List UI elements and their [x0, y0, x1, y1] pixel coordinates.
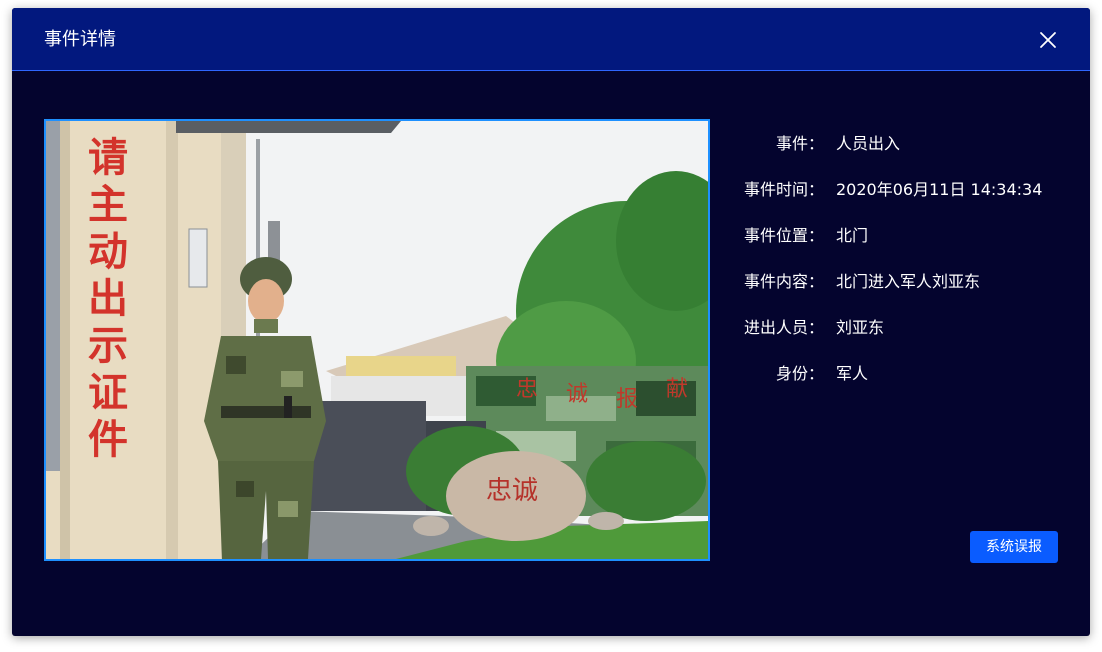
detail-value: 北门进入军人刘亚东: [836, 272, 981, 291]
svg-text:出: 出: [88, 276, 128, 322]
svg-text:证: 证: [88, 370, 128, 416]
detail-row-location: 事件位置： 北门: [724, 224, 1064, 270]
false-alarm-report-button[interactable]: 系统误报: [970, 531, 1058, 563]
detail-value: 2020年06月11日 14:34:34: [836, 180, 1043, 199]
detail-value: 军人: [836, 364, 869, 383]
dialog-title: 事件详情: [44, 29, 116, 50]
detail-row-event: 事件： 人员出入: [724, 132, 1064, 178]
detail-row-identity: 身份： 军人: [724, 362, 1064, 408]
event-snapshot-image: 忠 诚 报 献 忠诚 请 主 动 出 示 证 件: [44, 119, 710, 561]
event-detail-list: 事件： 人员出入 事件时间： 2020年06月11日 14:34:34 事件位置…: [724, 132, 1064, 408]
detail-label: 事件时间：: [743, 180, 824, 199]
svg-text:动: 动: [88, 229, 128, 275]
svg-text:主: 主: [88, 182, 128, 228]
detail-row-person: 进出人员： 刘亚东: [724, 316, 1064, 362]
close-button[interactable]: [1036, 28, 1060, 52]
svg-text:报: 报: [616, 387, 638, 412]
detail-label: 事件：: [775, 134, 824, 153]
stone-inscription: 忠诚: [486, 476, 538, 506]
svg-text:请: 请: [88, 135, 128, 181]
detail-value: 刘亚东: [836, 318, 885, 337]
svg-text:献: 献: [666, 377, 688, 402]
detail-value: 北门: [836, 226, 869, 245]
snapshot-illustration: 忠 诚 报 献 忠诚 请 主 动 出 示 证 件: [46, 121, 708, 559]
svg-text:件: 件: [88, 417, 128, 463]
detail-label: 事件位置：: [743, 226, 824, 245]
event-detail-dialog: 事件详情 忠 诚 报 献 忠诚 请 主 动 出 示 证 件 事件： 人员出入 事…: [12, 8, 1090, 636]
detail-row-content: 事件内容： 北门进入军人刘亚东: [724, 270, 1064, 316]
dialog-header: 事件详情: [12, 8, 1090, 71]
svg-text:忠: 忠: [516, 377, 538, 402]
detail-label: 事件内容：: [743, 272, 824, 291]
detail-value: 人员出入: [836, 134, 901, 153]
svg-text:示: 示: [88, 323, 128, 369]
detail-label: 身份：: [775, 364, 824, 383]
close-icon: [1040, 32, 1056, 48]
detail-label: 进出人员：: [743, 318, 824, 337]
detail-row-time: 事件时间： 2020年06月11日 14:34:34: [724, 178, 1064, 224]
svg-text:诚: 诚: [566, 382, 588, 407]
